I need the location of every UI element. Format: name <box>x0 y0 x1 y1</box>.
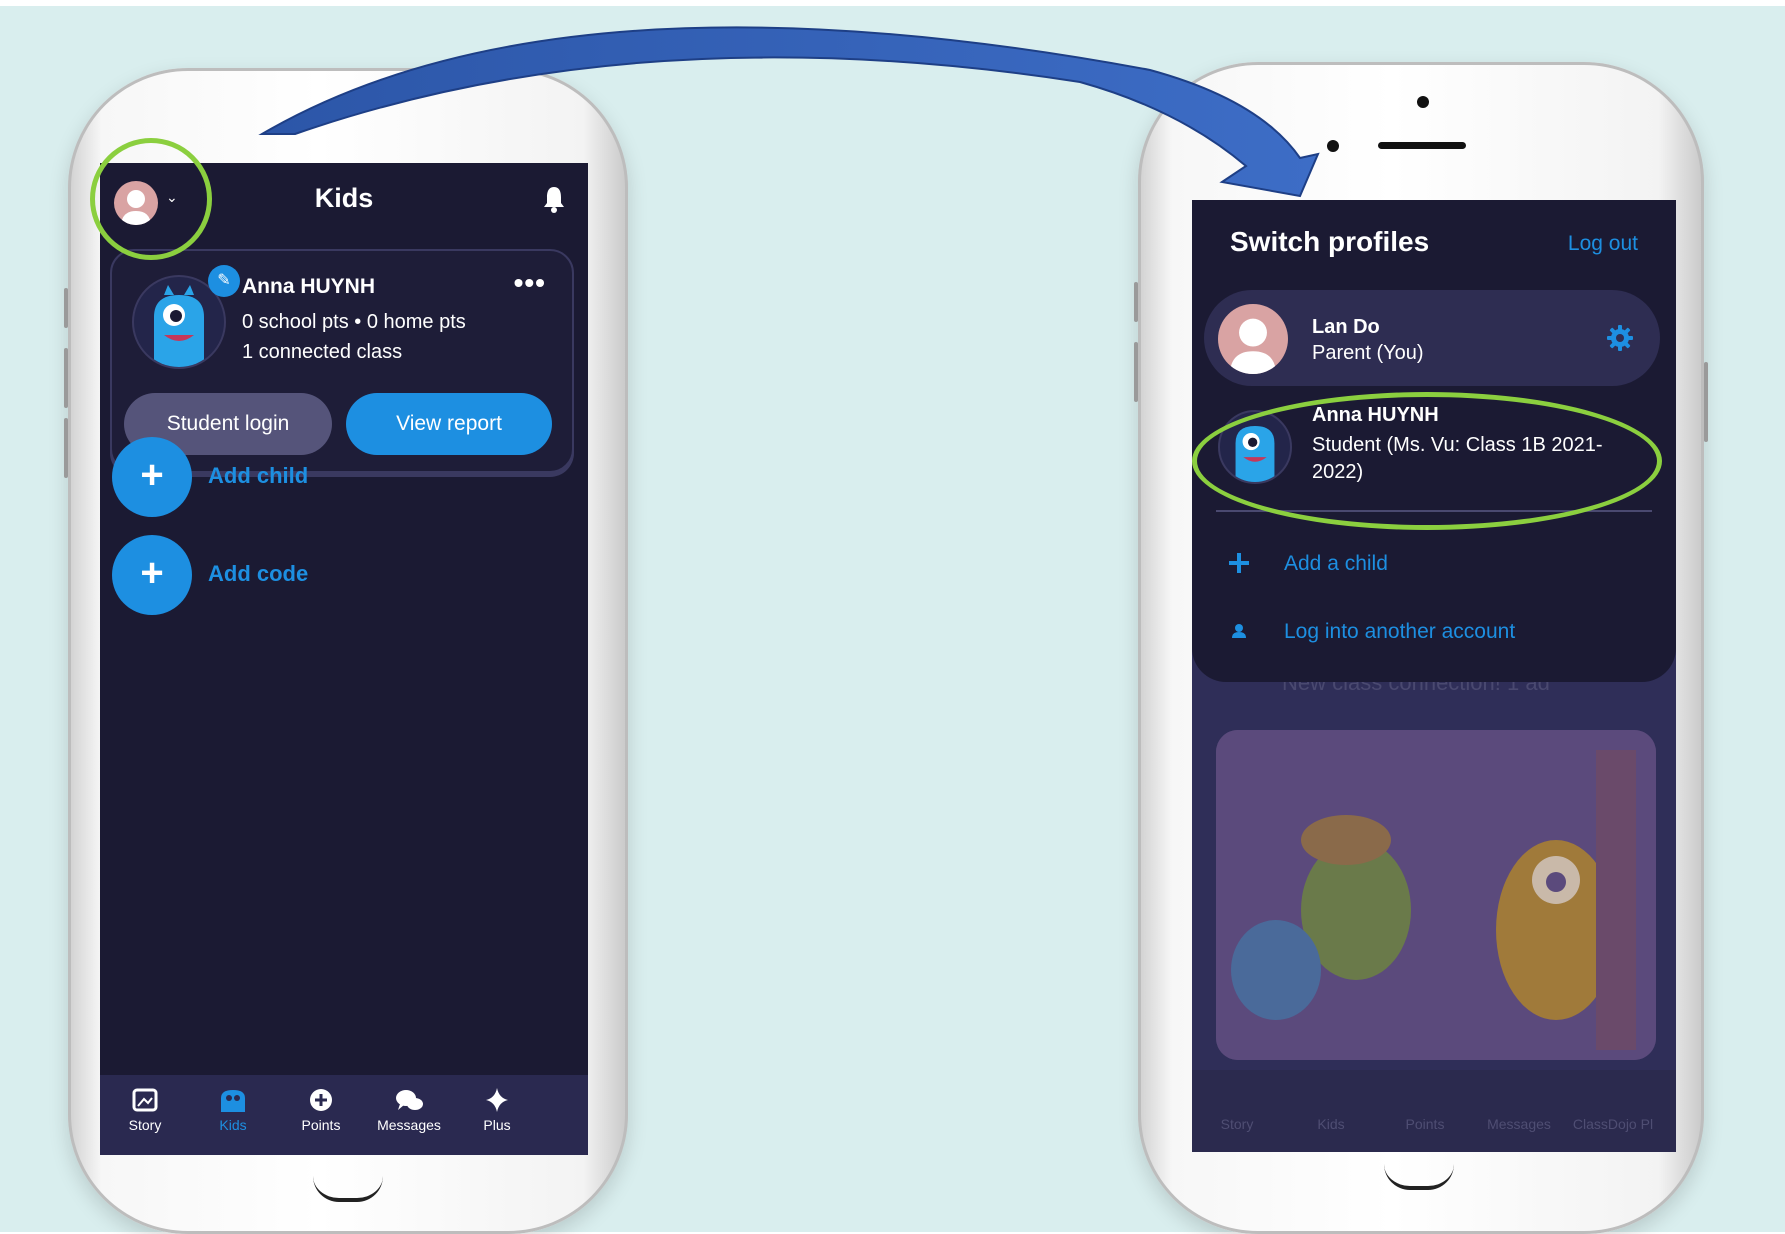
slide-background: ⌄ Kids ✎ Anna HUYNH 0 school pts • 0 hom… <box>0 0 1785 1234</box>
curved-arrow <box>258 26 1320 198</box>
